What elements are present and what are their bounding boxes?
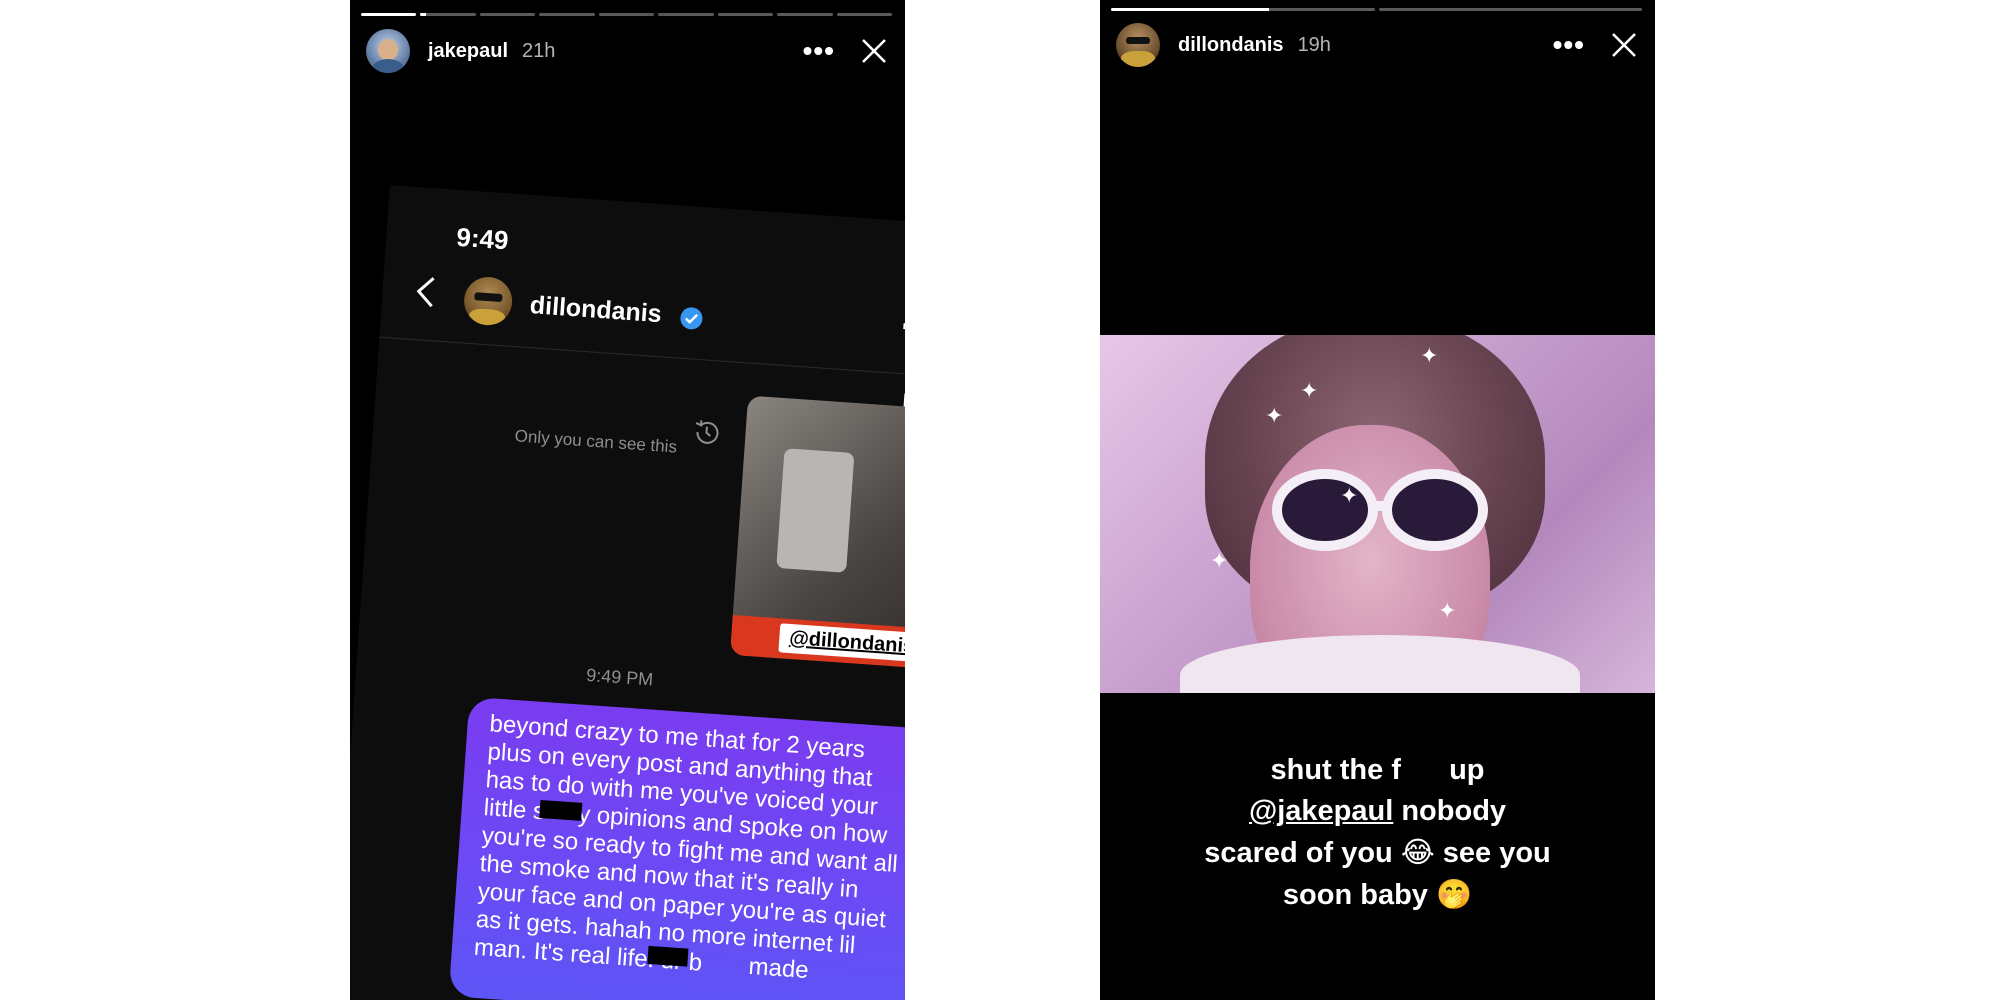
story-timestamp: 21h xyxy=(522,39,556,62)
progress-segment xyxy=(1378,8,1642,11)
close-icon[interactable] xyxy=(1609,30,1639,60)
only-you-notice: Only you can see this xyxy=(514,426,678,457)
message-text: beyond crazy to me that for 2 years plus… xyxy=(473,710,905,992)
dm-screenshot: 9:49 dillondanis Only you can see this @… xyxy=(350,185,905,1000)
message-bubble: beyond crazy to me that for 2 years plus… xyxy=(448,696,905,1000)
back-chevron-icon xyxy=(416,277,435,308)
redaction-box xyxy=(539,799,583,821)
status-bar-time: 9:49 xyxy=(455,221,510,256)
caption-text: scared of you xyxy=(1204,837,1401,869)
message-timestamp: 9:49 PM xyxy=(585,664,654,690)
close-icon[interactable] xyxy=(859,36,889,66)
caption-text: up xyxy=(1449,754,1485,786)
progress-segment xyxy=(1111,8,1375,11)
divider xyxy=(379,336,905,380)
story-jakepaul[interactable]: jakepaul 21h ••• 9:49 dillondanis Only y… xyxy=(350,0,905,1000)
sparkle-icon: ✦ xyxy=(1340,483,1359,508)
story-header: jakepaul 21h ••• xyxy=(366,28,889,74)
caption-text: soon baby xyxy=(1282,879,1436,911)
story-header: dillondanis 19h ••• xyxy=(1116,22,1639,68)
caption-text: shut the f xyxy=(1270,754,1402,786)
mention-link[interactable]: @jakepaul xyxy=(1249,795,1393,827)
caption-text: nobody xyxy=(1393,795,1507,827)
sparkle-icon: ✦ xyxy=(1300,378,1319,403)
history-icon xyxy=(695,420,719,444)
story-progress-bar xyxy=(1111,8,1642,11)
story-username[interactable]: jakepaul xyxy=(428,40,508,63)
more-horizontal-icon[interactable]: ••• xyxy=(803,37,835,65)
progress-segment xyxy=(658,13,714,16)
story-timestamp: 19h xyxy=(1297,33,1331,56)
dm-username: dillondanis xyxy=(528,291,663,329)
sparkle-icon: ✦ xyxy=(1210,548,1229,573)
sparkle-icon: ✦ xyxy=(1438,598,1457,623)
signal-strength-icon xyxy=(903,323,905,330)
story-dillondanis[interactable]: dillondanis 19h ••• ✦ ✦ ✦ ✦ ✦ ✦ shut the… xyxy=(1100,0,1655,1000)
redaction-box xyxy=(1401,758,1441,785)
redaction-box xyxy=(647,945,689,967)
progress-segment xyxy=(598,13,655,16)
progress-segment xyxy=(361,13,417,16)
progress-segment xyxy=(717,13,774,16)
caption-text: see you xyxy=(1434,837,1551,869)
story-progress-bar xyxy=(361,13,892,16)
avatar[interactable] xyxy=(1116,23,1160,67)
progress-segment xyxy=(777,13,833,16)
more-horizontal-icon[interactable]: ••• xyxy=(1553,31,1585,59)
sunglasses-graphic xyxy=(1272,469,1488,551)
story-photo: ✦ ✦ ✦ ✦ ✦ ✦ xyxy=(1100,335,1655,693)
progress-segment xyxy=(479,13,536,16)
story-username[interactable]: dillondanis xyxy=(1178,34,1284,57)
hand-over-mouth-emoji-icon: 🤭 xyxy=(1435,877,1473,911)
progress-segment xyxy=(539,13,595,16)
dm-avatar xyxy=(462,275,514,327)
story-caption: shut the f up @jakepaul nobody scared of… xyxy=(1140,750,1615,916)
verified-badge-icon xyxy=(680,307,703,330)
laughing-emoji-icon: 😂 xyxy=(1400,835,1435,869)
progress-segment xyxy=(420,13,476,16)
sparkle-icon: ✦ xyxy=(1420,343,1439,368)
avatar[interactable] xyxy=(366,29,410,73)
progress-segment xyxy=(836,13,892,16)
sparkle-icon: ✦ xyxy=(1265,403,1284,428)
